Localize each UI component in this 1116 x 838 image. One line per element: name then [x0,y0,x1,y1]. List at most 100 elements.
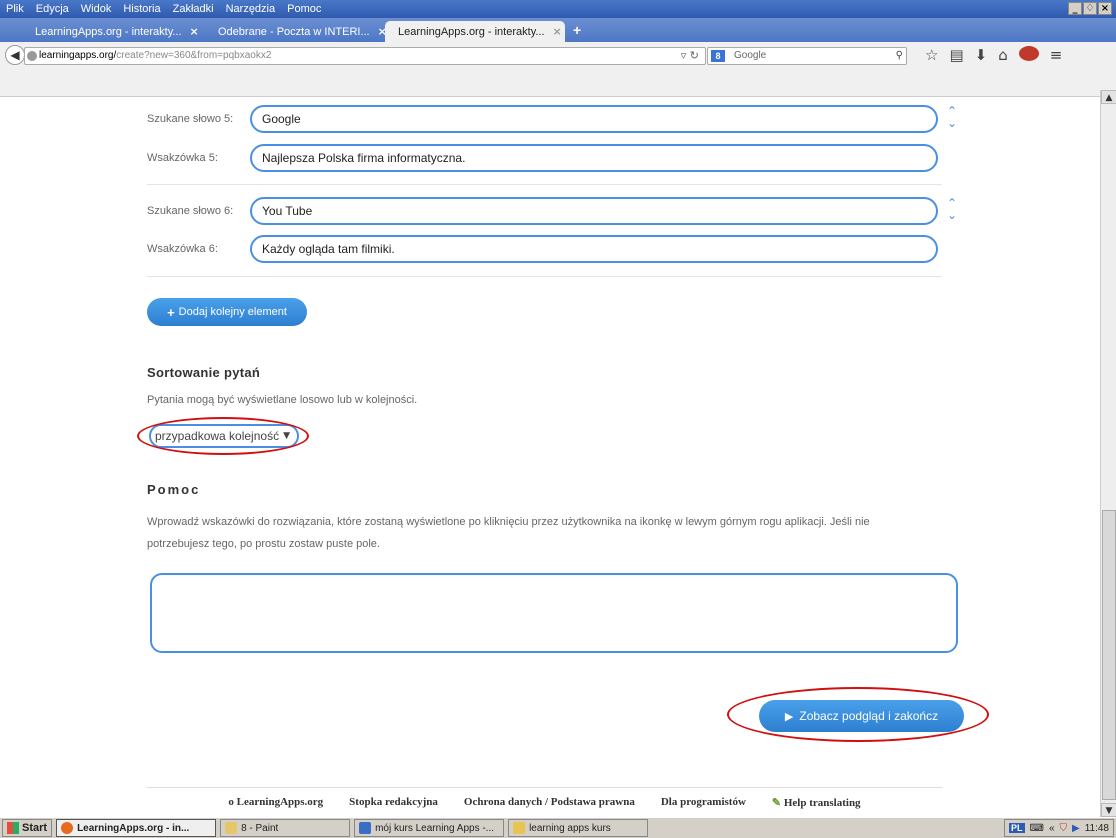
word-label-6: Szukane słowo 6: [147,205,234,217]
back-button[interactable]: ◀ [5,45,25,65]
taskbar-item-paint[interactable]: 8 - Paint [220,819,351,837]
tab-close-icon[interactable]: × [553,25,562,38]
reorder-arrows-5[interactable]: ⌃ ⌄ [947,105,957,129]
hint-label-6: Wsakzówka 6: [147,243,218,255]
scrollbar-thumb[interactable] [1102,510,1116,800]
divider [147,276,942,277]
hint-row-6: Wsakzówka 6: Każdy ogląda tam filmiki. [147,234,938,264]
add-element-button[interactable]: + Dodaj kolejny element [147,298,307,326]
word-field-5[interactable]: Google [250,105,938,133]
help-description-line-2: potrzebujesz tego, po prostu zostaw pust… [147,538,380,550]
search-input[interactable]: 8 Google ⚲ [707,47,907,65]
menu-help[interactable]: Pomoc [281,3,327,15]
help-textarea[interactable] [150,573,958,653]
scroll-up-icon[interactable]: ▲ [1101,90,1116,104]
system-tray: PL ⌨ « ⛉ ▶ 11:48 [1003,819,1114,837]
help-title: Pomoc [147,482,201,497]
taskbar-label: 8 - Paint [241,822,279,834]
adblock-icon[interactable] [1018,46,1039,61]
help-description-line-1: Wprowadź wskazówki do rozwiązania, które… [147,516,870,528]
bookmarks-list-icon[interactable]: ▤ [949,46,963,64]
url-bar[interactable]: learningapps.org/create?new=360&from=pqb… [24,47,706,65]
firefox-icon [61,822,74,834]
tab-learningapps-1[interactable]: LearningApps.org - interakty... × [22,21,202,42]
tab-close-icon[interactable]: × [190,25,199,38]
search-placeholder: Google [734,50,767,61]
taskbar-item-folder[interactable]: learning apps kurs [508,819,649,837]
maximize-button[interactable]: ♢ [1083,2,1097,15]
taskbar-label: mój kurs Learning Apps -... [375,822,495,834]
hint-label-5: Wsakzówka 5: [147,152,218,164]
url-host: learningapps.org/ [39,50,117,61]
tab-label: Odebrane - Poczta w INTERI... [218,25,370,38]
media-icon[interactable]: ▶ [1072,823,1080,834]
word-row-6: Szukane słowo 6: You Tube [147,196,938,226]
window-controls: _ ♢ × [1068,2,1112,15]
windows-flag-icon [7,822,19,834]
taskbar-label: LearningApps.org - in... [77,822,190,834]
footer-developers-link[interactable]: Dla programistów [661,796,746,809]
download-icon[interactable]: ⬇ [975,46,988,64]
menu-history[interactable]: Historia [117,3,166,15]
page-scrollbar[interactable]: ▲ ▼ [1100,90,1116,817]
taskbar-label: learning apps kurs [529,822,611,834]
language-indicator[interactable]: PL [1008,823,1025,833]
paint-icon [225,822,238,834]
reload-icon[interactable]: ▿ ↻ [681,48,699,64]
start-label: Start [22,822,48,834]
hint-field-6[interactable]: Każdy ogląda tam filmiki. [250,235,938,263]
tab-label: LearningApps.org - interakty... [35,25,182,38]
tab-interia-mail[interactable]: Odebrane - Poczta w INTERI... × [205,21,387,42]
divider [147,184,942,185]
word-label-5: Szukane słowo 5: [147,113,234,125]
help-translating-label: Help translating [783,797,861,809]
hint-row-5: Wsakzówka 5: Najlepsza Polska firma info… [147,143,938,173]
scroll-down-icon[interactable]: ▼ [1101,803,1116,817]
close-window-button[interactable]: × [1098,2,1112,15]
keyboard-icon[interactable]: ⌨ [1030,823,1044,834]
start-button[interactable]: Start [2,819,53,837]
chevron-left-icon[interactable]: « [1049,823,1055,834]
tab-learningapps-active[interactable]: LearningApps.org - interakty... × [385,21,565,42]
tab-label: LearningApps.org - interakty... [398,25,545,38]
menu-tools[interactable]: Narzędzia [220,3,282,15]
plus-icon: + [167,304,175,320]
footer: o LearningApps.org Stopka redakcyjna Och… [147,787,942,809]
globe-icon [27,51,37,61]
taskbar-item-firefox[interactable]: LearningApps.org - in... [56,819,217,837]
hint-field-5[interactable]: Najlepsza Polska firma informatyczna. [250,144,938,172]
sort-description: Pytania mogą być wyświetlane losowo lub … [147,394,418,406]
new-tab-button[interactable]: + [573,22,581,38]
word-field-6[interactable]: You Tube [250,197,938,225]
footer-privacy-link[interactable]: Ochrona danych / Podstawa prawna [464,796,635,809]
navigation-bar: ◀ learningapps.org/create?new=360&from=p… [0,42,1116,97]
footer-help-translating-link[interactable]: ✎ Help translating [772,796,861,809]
home-icon[interactable]: ⌂ [998,46,1008,64]
bookmark-star-icon[interactable]: ☆ [925,46,938,64]
red-highlight-ellipse [727,687,989,742]
footer-imprint-link[interactable]: Stopka redakcyjna [349,796,438,809]
toolbar-icons: ☆ ▤ ⬇ ⌂ ≡ [925,46,1062,64]
google-engine-icon[interactable]: 8 [711,50,725,62]
menu-view[interactable]: Widok [75,3,118,15]
menu-bar: Plik Edycja Widok Historia Zakładki Narz… [0,0,1116,18]
folder-icon [513,822,526,834]
search-icon[interactable]: ⚲ [896,48,903,64]
url-path: create?new=360&from=pqbxaokx2 [116,50,272,61]
menu-hamburger-icon[interactable]: ≡ [1050,46,1063,64]
shield-icon[interactable]: ⛉ [1060,823,1068,834]
menu-bookmarks[interactable]: Zakładki [167,3,220,15]
taskbar: Start LearningApps.org - in... 8 - Paint… [0,817,1116,838]
sort-title: Sortowanie pytań [147,365,261,380]
taskbar-item-document[interactable]: mój kurs Learning Apps -... [354,819,505,837]
red-highlight-ellipse [137,417,309,455]
page-content: Szukane słowo 5: Google ⌃ ⌄ Wsakzówka 5: … [0,97,1100,817]
menu-edit[interactable]: Edycja [30,3,75,15]
add-element-label: Dodaj kolejny element [178,306,287,318]
menu-file[interactable]: Plik [0,3,30,15]
reorder-arrows-6[interactable]: ⌃ ⌄ [947,197,957,221]
footer-about-link[interactable]: o LearningApps.org [228,796,323,809]
word-row-5: Szukane słowo 5: Google [147,104,938,134]
document-icon [359,822,372,834]
minimize-button[interactable]: _ [1068,2,1082,15]
